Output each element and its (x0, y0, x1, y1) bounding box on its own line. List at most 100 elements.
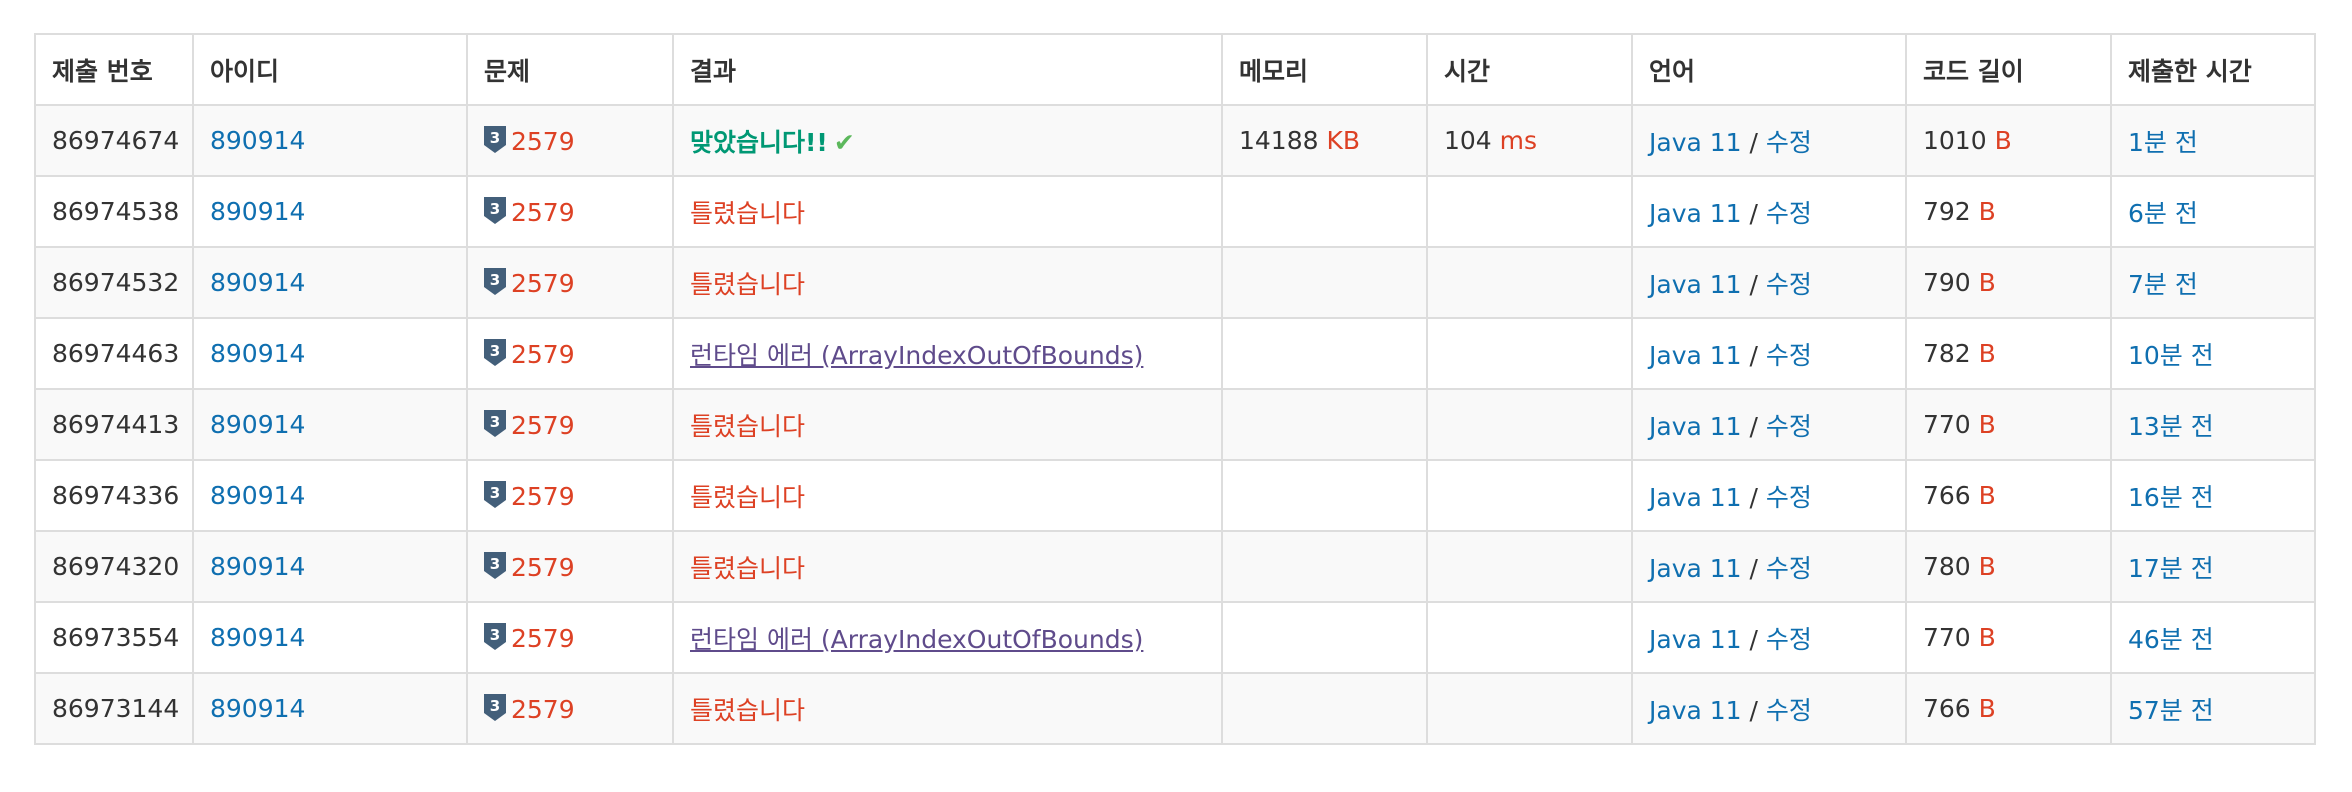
submitted-at-link[interactable]: 46분 전 (2128, 625, 2214, 654)
result-cell: 틀렸습니다 (672, 175, 1223, 248)
code-length-cell: 766 B (1905, 672, 2112, 745)
submitted-at-link[interactable]: 13분 전 (2128, 412, 2214, 441)
time-unit: ms (1499, 126, 1538, 155)
code-length-value: 1010 (1923, 126, 1987, 155)
problem-cell: 3 2579 (466, 530, 674, 603)
time-cell (1426, 317, 1633, 390)
language-link[interactable]: Java 11 (1649, 199, 1742, 228)
submitted-at-link[interactable]: 57분 전 (2128, 696, 2214, 725)
code-length-cell: 780 B (1905, 530, 2112, 603)
result-text: 틀렸습니다 (690, 198, 806, 228)
code-length-value: 782 (1923, 339, 1971, 368)
table-row: 86974413 890914 3 2579 틀렸습니다 Java 11 / 수정… (34, 388, 2316, 461)
code-length-cell: 792 B (1905, 175, 2112, 248)
submitted-at-link[interactable]: 10분 전 (2128, 341, 2214, 370)
edit-link[interactable]: 수정 (1766, 270, 1812, 299)
code-length-cell: 1010 B (1905, 104, 2112, 177)
silver-tier-badge-icon: 3 (484, 338, 506, 366)
user-id-link[interactable]: 890914 (210, 410, 305, 439)
problem-link[interactable]: 2579 (511, 127, 575, 156)
time-cell (1426, 388, 1633, 461)
memory-cell (1221, 672, 1428, 745)
language-separator: / (1749, 269, 1758, 299)
result-text: 틀렸습니다 (690, 482, 806, 512)
language-link[interactable]: Java 11 (1649, 128, 1742, 157)
edit-link[interactable]: 수정 (1766, 412, 1812, 441)
problem-link[interactable]: 2579 (511, 624, 575, 653)
table-row: 86973144 890914 3 2579 틀렸습니다 Java 11 / 수정… (34, 672, 2316, 745)
code-length-unit: B (1978, 552, 1996, 581)
result-text: 맞았습니다!! (690, 127, 828, 157)
language-link[interactable]: Java 11 (1649, 270, 1742, 299)
user-id-link[interactable]: 890914 (210, 197, 305, 226)
edit-link[interactable]: 수정 (1766, 625, 1812, 654)
header-memory: 메모리 (1221, 33, 1428, 106)
submission-id: 86973144 (34, 672, 194, 745)
result-text: 런타임 에러 (ArrayIndexOutOfBounds) (690, 624, 1144, 654)
submitted-at-link[interactable]: 6분 전 (2128, 199, 2198, 228)
submitted-at-link[interactable]: 16분 전 (2128, 483, 2214, 512)
submitted-at-link[interactable]: 17분 전 (2128, 554, 2214, 583)
user-id-link[interactable]: 890914 (210, 481, 305, 510)
language-separator: / (1749, 482, 1758, 512)
problem-cell: 3 2579 (466, 388, 674, 461)
problem-link[interactable]: 2579 (511, 695, 575, 724)
user-cell: 890914 (192, 104, 468, 177)
edit-link[interactable]: 수정 (1766, 696, 1812, 725)
edit-link[interactable]: 수정 (1766, 483, 1812, 512)
language-cell: Java 11 / 수정 (1631, 246, 1907, 319)
language-link[interactable]: Java 11 (1649, 412, 1742, 441)
language-separator: / (1749, 624, 1758, 654)
language-link[interactable]: Java 11 (1649, 341, 1742, 370)
user-cell: 890914 (192, 246, 468, 319)
submitted-at-cell: 57분 전 (2110, 672, 2316, 745)
problem-link[interactable]: 2579 (511, 269, 575, 298)
submitted-at-link[interactable]: 1분 전 (2128, 128, 2198, 157)
user-id-link[interactable]: 890914 (210, 268, 305, 297)
language-link[interactable]: Java 11 (1649, 625, 1742, 654)
submission-id: 86974320 (34, 530, 194, 603)
code-length-value: 766 (1923, 481, 1971, 510)
user-id-link[interactable]: 890914 (210, 126, 305, 155)
submission-id: 86974336 (34, 459, 194, 532)
language-separator: / (1749, 340, 1758, 370)
user-id-link[interactable]: 890914 (210, 623, 305, 652)
language-link[interactable]: Java 11 (1649, 554, 1742, 583)
submission-id-value: 86973144 (52, 694, 180, 723)
edit-link[interactable]: 수정 (1766, 128, 1812, 157)
edit-link[interactable]: 수정 (1766, 554, 1812, 583)
tier-level: 3 (490, 129, 500, 147)
code-length-unit: B (1978, 623, 1996, 652)
result-text: 틀렸습니다 (690, 269, 806, 299)
silver-tier-badge-icon: 3 (484, 125, 506, 153)
submission-id: 86974463 (34, 317, 194, 390)
header-result: 결과 (672, 33, 1223, 106)
language-cell: Java 11 / 수정 (1631, 672, 1907, 745)
language-link[interactable]: Java 11 (1649, 696, 1742, 725)
submission-id-value: 86974674 (52, 126, 180, 155)
result-cell: 틀렸습니다 (672, 530, 1223, 603)
submitted-at-link[interactable]: 7분 전 (2128, 270, 2198, 299)
tier-level: 3 (490, 342, 500, 360)
problem-link[interactable]: 2579 (511, 411, 575, 440)
result-cell: 틀렸습니다 (672, 388, 1223, 461)
result-cell: 런타임 에러 (ArrayIndexOutOfBounds) (672, 601, 1223, 674)
problem-link[interactable]: 2579 (511, 553, 575, 582)
edit-link[interactable]: 수정 (1766, 199, 1812, 228)
table-row: 86973554 890914 3 2579 런타임 에러 (ArrayIndex… (34, 601, 2316, 674)
user-id-link[interactable]: 890914 (210, 552, 305, 581)
header-problem: 문제 (466, 33, 674, 106)
problem-link[interactable]: 2579 (511, 340, 575, 369)
edit-link[interactable]: 수정 (1766, 341, 1812, 370)
time-cell (1426, 672, 1633, 745)
result-cell: 맞았습니다!! ✔ (672, 104, 1223, 177)
user-id-link[interactable]: 890914 (210, 694, 305, 723)
user-id-link[interactable]: 890914 (210, 339, 305, 368)
problem-link[interactable]: 2579 (511, 482, 575, 511)
language-link[interactable]: Java 11 (1649, 483, 1742, 512)
submitted-at-cell: 13분 전 (2110, 388, 2316, 461)
submission-id-value: 86974532 (52, 268, 180, 297)
problem-link[interactable]: 2579 (511, 198, 575, 227)
code-length-unit: B (1978, 197, 1996, 226)
time-cell (1426, 530, 1633, 603)
